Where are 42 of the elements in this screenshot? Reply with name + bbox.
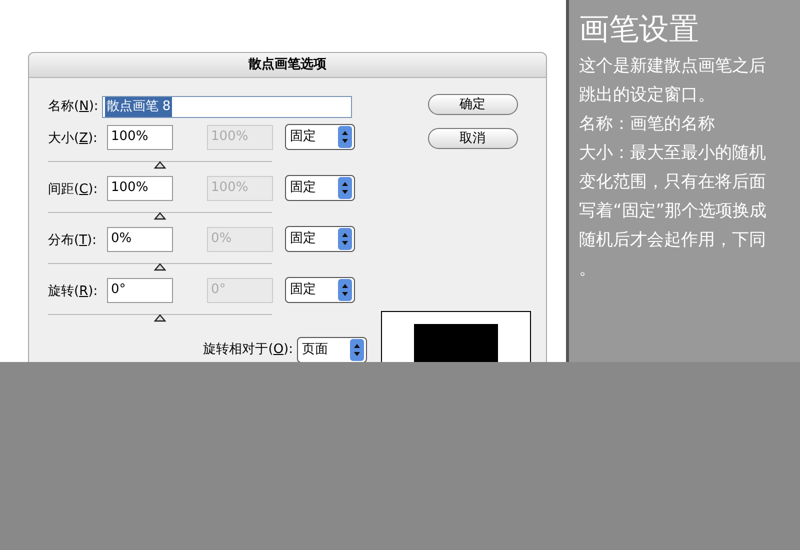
notes-line: 名称：画笔的名称 [579, 113, 716, 136]
stepper-icon [338, 228, 352, 250]
dialog-button[interactable]: 确定 [428, 94, 518, 115]
disabled-field: 0° [207, 278, 273, 302]
notes-line: 大小：最大至最小的随机 [579, 142, 767, 165]
name-value: 散点画笔 8 [105, 97, 172, 117]
value-field[interactable]: 0° [107, 278, 173, 302]
dropdown[interactable]: 固定 [285, 226, 355, 252]
value-field[interactable]: 100% [107, 124, 173, 150]
slider-thumb[interactable] [154, 161, 166, 169]
dropdown[interactable]: 页面 [297, 337, 367, 362]
notes-line: 跳出的设定窗口。 [579, 84, 716, 107]
notes-title: 画笔设置 [579, 11, 700, 49]
stepper-icon [338, 279, 352, 301]
dialog-button[interactable]: 取消 [428, 128, 518, 149]
field-label: 大小(Z): [48, 131, 98, 146]
field-label: 名称(N): [48, 98, 98, 116]
name-field[interactable]: 散点画笔 8 [102, 96, 352, 118]
notes-line: 随机后才会起作用，下同 [579, 229, 767, 252]
notes-line: 这个是新建散点画笔之后 [579, 55, 767, 78]
notes-line: 写着“固定”那个选项换成 [579, 200, 768, 223]
disabled-field: 0% [207, 226, 273, 252]
dropdown[interactable]: 固定 [285, 124, 355, 150]
dropdown[interactable]: 固定 [285, 175, 355, 201]
disabled-field: 100% [207, 176, 273, 200]
stepper-icon [338, 126, 352, 148]
value-field[interactable]: 0% [107, 226, 173, 252]
slider-thumb[interactable] [154, 212, 166, 220]
notes-line: 。 [579, 258, 597, 281]
field-label: 旋转相对于(O): [203, 341, 293, 360]
value-field[interactable]: 100% [107, 176, 173, 200]
field-label: 分布(T): [48, 233, 96, 248]
dialog-title: 散点画笔选项 [29, 53, 546, 78]
dropdown[interactable]: 固定 [285, 277, 355, 303]
notes-line: 变化范围，只有在将后面 [579, 171, 767, 194]
field-label: 间距(C): [48, 182, 98, 197]
field-label: 旋转(R): [48, 284, 98, 299]
slider-thumb[interactable] [154, 314, 166, 322]
disabled-field: 100% [207, 124, 273, 150]
stepper-icon [350, 339, 364, 361]
stepper-icon [338, 177, 352, 199]
slider-thumb[interactable] [154, 263, 166, 271]
